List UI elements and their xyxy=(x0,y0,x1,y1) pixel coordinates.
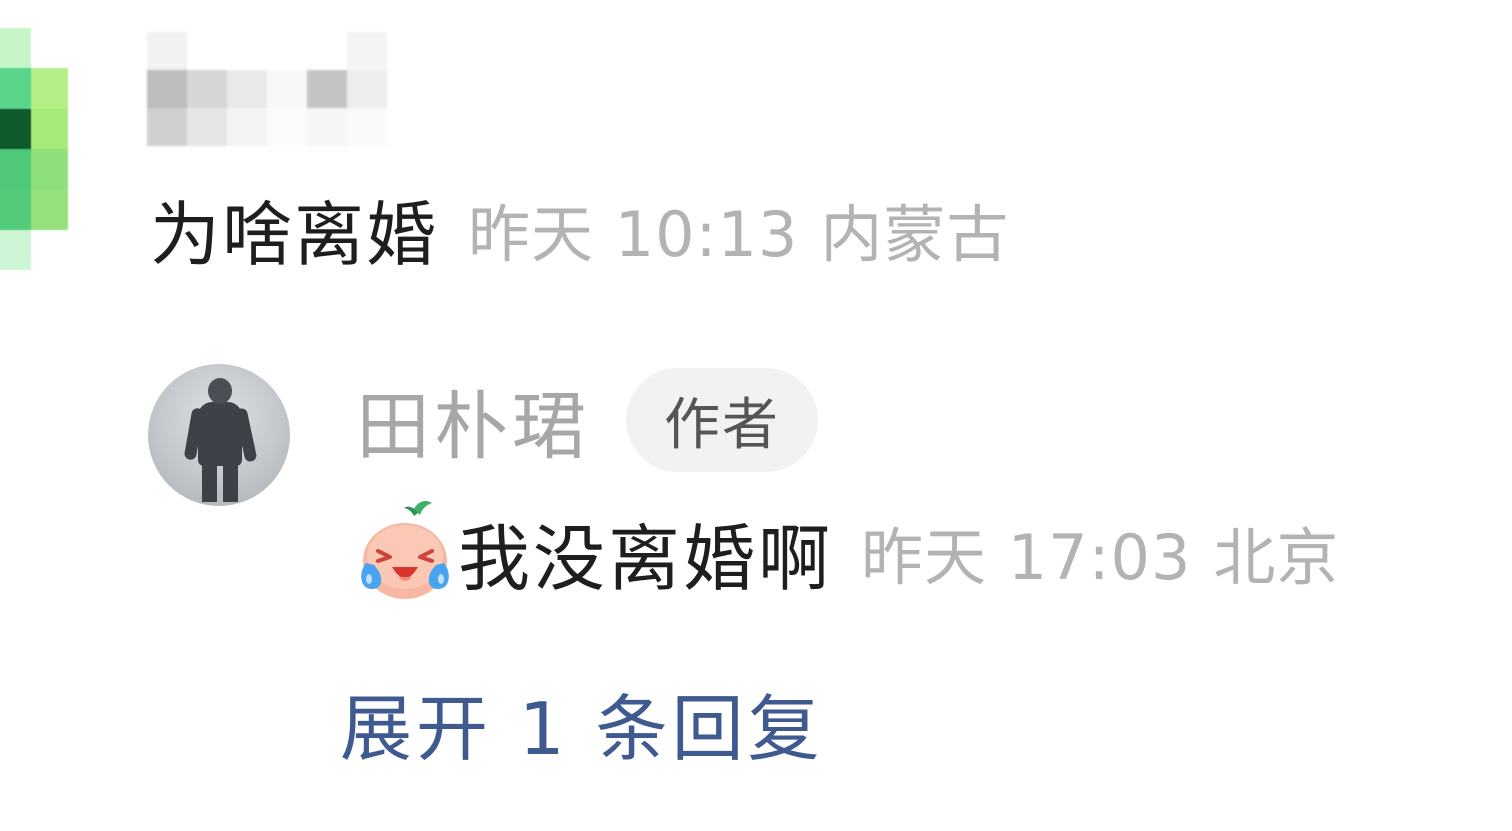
expand-replies-link[interactable]: 展开 1 条回复 xyxy=(340,672,824,772)
author-name[interactable]: 田朴珺 xyxy=(356,367,590,474)
comment-location: 内蒙古 xyxy=(820,198,1010,271)
author-avatar[interactable] xyxy=(148,364,290,506)
censored-avatar-icon[interactable] xyxy=(0,28,68,270)
comment-time: 昨天 10:13 xyxy=(468,198,799,271)
avatar-figure-body xyxy=(198,402,242,466)
comment-text: 为啥离婚 xyxy=(150,193,438,276)
laugh-cry-emoji-icon xyxy=(361,501,449,599)
reply-meta: 昨天 17:03 北京 xyxy=(861,507,1339,597)
avatar-figure-head xyxy=(208,378,232,404)
comment-row[interactable]: 为啥离婚 昨天 10:13 内蒙古 xyxy=(150,184,1009,276)
censored-username[interactable] xyxy=(147,32,427,148)
reply-text: 我没离婚啊 xyxy=(458,516,834,601)
comment-meta: 昨天 10:13 内蒙古 xyxy=(468,184,1009,274)
author-badge: 作者 xyxy=(626,368,818,472)
reply-time: 昨天 17:03 xyxy=(861,521,1192,594)
reply-location: 北京 xyxy=(1213,521,1340,594)
reply-header: 田朴珺 作者 xyxy=(356,368,818,472)
reply-row[interactable]: 我没离婚啊 昨天 17:03 北京 xyxy=(352,500,1339,604)
avatar-figure-legs xyxy=(202,462,238,502)
